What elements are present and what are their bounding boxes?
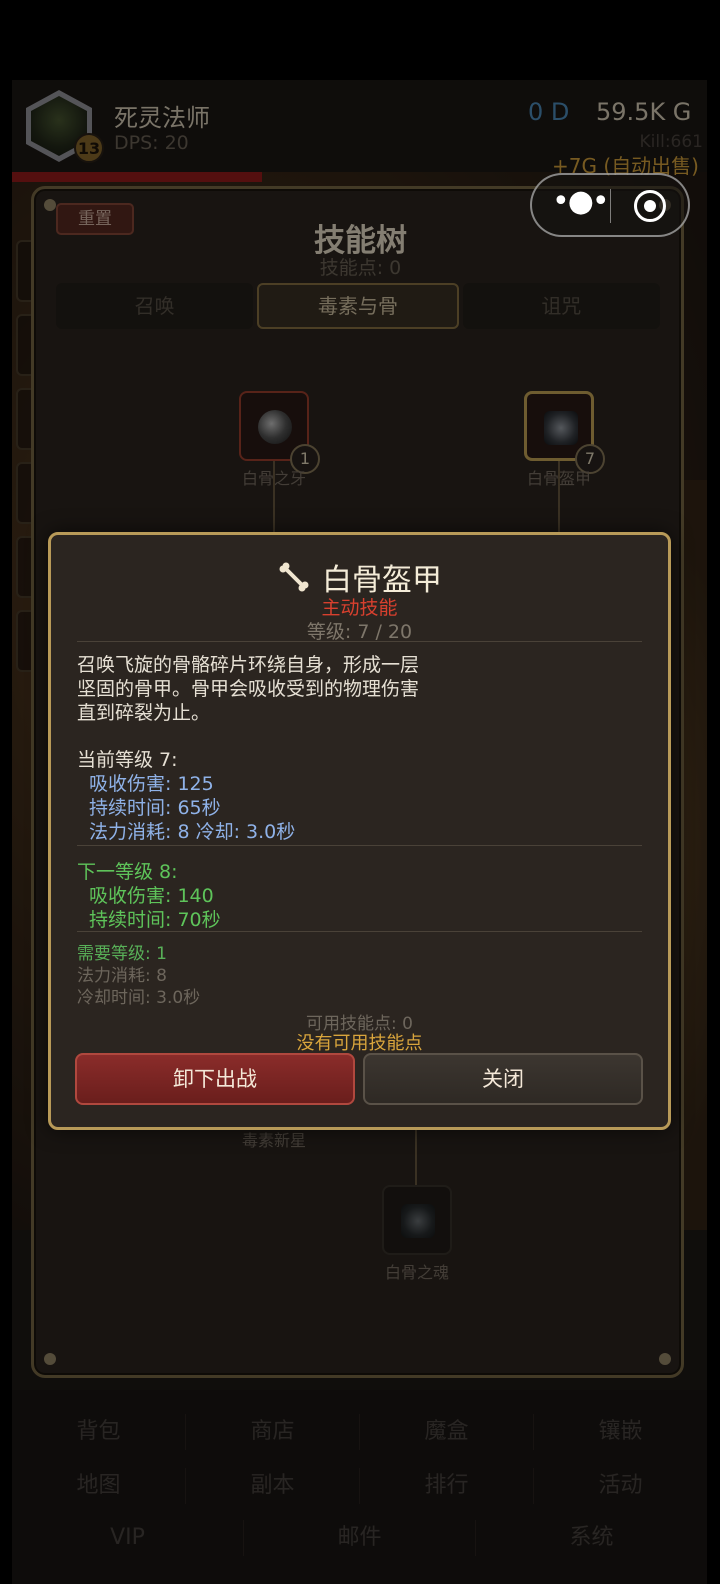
more-icon[interactable]: •●• (552, 187, 610, 219)
unequip-button[interactable]: 卸下出战 (75, 1053, 355, 1105)
current-stat: 持续时间: 65秒 (89, 797, 221, 819)
close-button[interactable]: 关闭 (363, 1053, 643, 1105)
bone-icon (279, 562, 309, 592)
status-bar (0, 0, 720, 80)
skill-type: 主动技能 (321, 597, 398, 619)
close-target-icon[interactable] (634, 190, 666, 222)
next-stat: 持续时间: 70秒 (89, 909, 221, 931)
next-level-header: 下一等级 8: (77, 861, 178, 883)
mini-program-capsule: •●• (530, 173, 690, 237)
skill-detail-modal: 白骨盔甲 主动技能 等级: 7 / 20 召唤飞旋的骨骼碎片环绕自身，形成一层 … (48, 532, 671, 1130)
next-stat: 吸收伤害: 140 (89, 885, 214, 907)
divider (77, 845, 642, 846)
current-stat: 法力消耗: 8 冷却: 3.0秒 (89, 821, 296, 843)
divider (77, 641, 642, 642)
no-points-warning: 没有可用技能点 (296, 1033, 423, 1054)
current-level-header: 当前等级 7: (77, 749, 178, 771)
cooldown: 冷却时间: 3.0秒 (77, 988, 201, 1008)
capsule-divider (610, 189, 611, 223)
skill-description: 召唤飞旋的骨骼碎片环绕自身，形成一层 坚固的骨甲。骨甲会吸收受到的物理伤害 直到… (77, 654, 420, 724)
divider (77, 931, 642, 932)
current-stat: 吸收伤害: 125 (89, 773, 214, 795)
skill-level: 等级: 7 / 20 (306, 621, 413, 643)
